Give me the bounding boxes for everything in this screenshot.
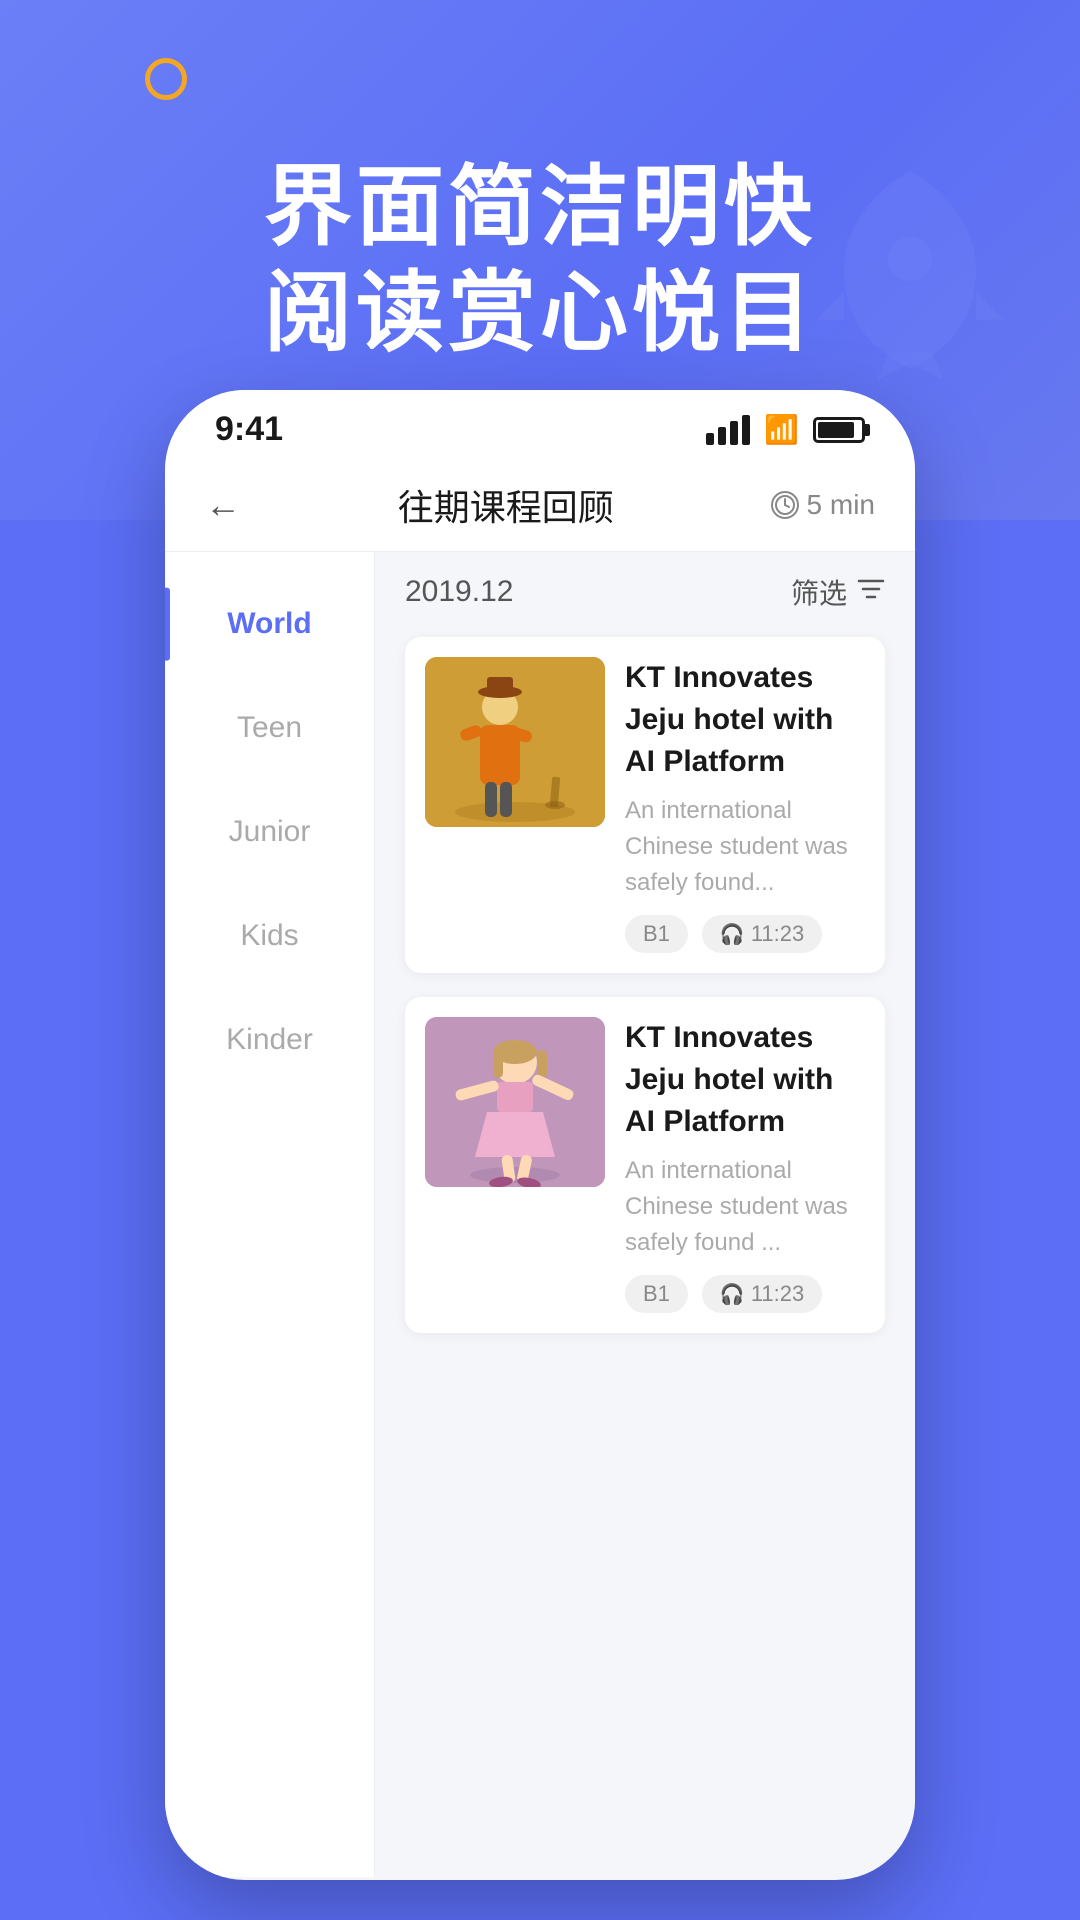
article-info-1: KT Innovates Jeju hotel with AI Platform…	[625, 657, 865, 953]
filter-button[interactable]: 筛选	[791, 572, 885, 612]
hero-line1: 界面简洁明快	[264, 154, 816, 260]
article-list: 2019.12 筛选	[375, 552, 915, 1877]
status-time: 9:41	[215, 410, 283, 449]
article-info-2: KT Innovates Jeju hotel with AI Platform…	[625, 1017, 865, 1313]
orange-circle-decoration	[145, 58, 187, 100]
list-header: 2019.12 筛选	[405, 572, 885, 612]
filter-icon	[857, 576, 885, 608]
nav-duration: 5 min	[771, 489, 875, 521]
hero-text: 界面简洁明快 阅读赏心悦目	[264, 154, 816, 365]
sidebar-item-junior[interactable]: Junior	[165, 780, 374, 884]
nav-bar: ← 往期课程回顾 5 min	[165, 459, 915, 552]
sidebar-item-world[interactable]: World	[165, 572, 374, 676]
wifi-icon: 📶	[764, 413, 799, 446]
article-tags-2: B1 🎧 11:23	[625, 1275, 865, 1313]
battery-icon	[813, 417, 865, 443]
clock-icon	[771, 491, 799, 519]
article-desc-2: An international Chinese student was saf…	[625, 1153, 865, 1261]
sidebar: World Teen Junior Kids Kinder	[165, 552, 375, 1877]
back-button[interactable]: ←	[205, 484, 241, 526]
sidebar-item-kids[interactable]: Kids	[165, 884, 374, 988]
filter-label: 筛选	[791, 572, 847, 612]
signal-icon	[706, 415, 750, 445]
tag-level-2: B1	[625, 1275, 688, 1313]
rocket-icon	[800, 160, 1020, 385]
article-card[interactable]: KT Innovates Jeju hotel with AI Platform…	[405, 637, 885, 973]
list-date: 2019.12	[405, 575, 513, 609]
tag-duration-2: 🎧 11:23	[702, 1275, 822, 1313]
headphone-icon-2: 🎧	[720, 1282, 745, 1307]
content-area: World Teen Junior Kids Kinder 2019.12 筛选	[165, 552, 915, 1877]
hero-line2: 阅读赏心悦目	[264, 260, 816, 366]
battery-fill	[818, 422, 854, 438]
article-desc-1: An international Chinese student was saf…	[625, 793, 865, 901]
article-thumbnail-2	[425, 1017, 605, 1187]
duration-label: 5 min	[807, 489, 875, 521]
sidebar-item-teen[interactable]: Teen	[165, 676, 374, 780]
article-title-2: KT Innovates Jeju hotel with AI Platform	[625, 1017, 865, 1143]
phone-mockup: 9:41 📶 ← 往期课程回顾 5 min	[165, 390, 915, 1880]
tag-level-1: B1	[625, 915, 688, 953]
article-card-2[interactable]: KT Innovates Jeju hotel with AI Platform…	[405, 997, 885, 1333]
article-tags-1: B1 🎧 11:23	[625, 915, 865, 953]
tag-duration-1: 🎧 11:23	[702, 915, 822, 953]
article-thumbnail-1	[425, 657, 605, 827]
status-icons: 📶	[706, 413, 865, 446]
headphone-icon-1: 🎧	[720, 922, 745, 947]
nav-title: 往期课程回顾	[398, 479, 614, 531]
sidebar-item-kinder[interactable]: Kinder	[165, 988, 374, 1092]
article-title-1: KT Innovates Jeju hotel with AI Platform	[625, 657, 865, 783]
status-bar: 9:41 📶	[165, 390, 915, 459]
